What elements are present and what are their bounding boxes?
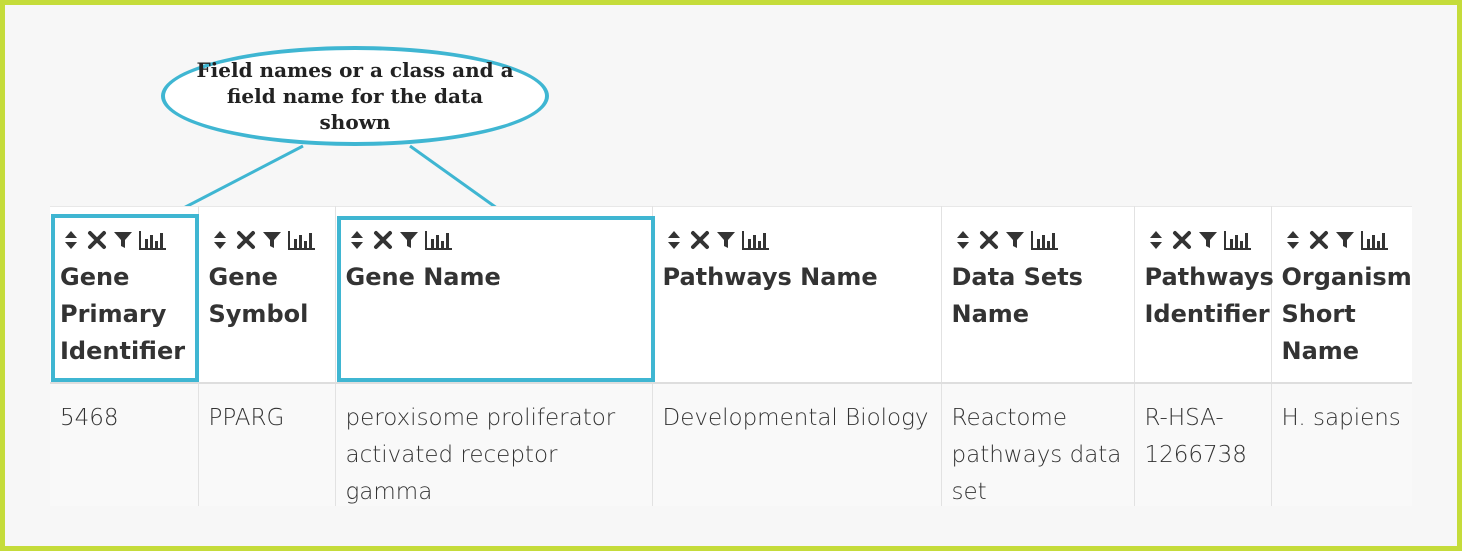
sort-icon[interactable]: [60, 229, 82, 251]
sort-icon[interactable]: [346, 229, 368, 251]
annotation-callout: Field names or a class and a field name …: [161, 46, 549, 146]
column-summary-icon[interactable]: [1030, 229, 1060, 251]
table-row: 5468 PPARG peroxisome proliferator activat…: [50, 383, 1412, 506]
filter-icon[interactable]: [1334, 229, 1356, 251]
sort-icon[interactable]: [663, 229, 685, 251]
sort-icon[interactable]: [209, 229, 231, 251]
remove-column-icon[interactable]: [1171, 229, 1193, 251]
column-summary-icon[interactable]: [1223, 229, 1253, 251]
filter-icon[interactable]: [1004, 229, 1026, 251]
column-summary-icon[interactable]: [741, 229, 771, 251]
column-summary-icon[interactable]: [287, 229, 317, 251]
column-header-pathways-name: Pathways Name: [652, 206, 942, 384]
filter-icon[interactable]: [1197, 229, 1219, 251]
column-header-pathways-identifier: Pathways Identifier: [1134, 206, 1274, 384]
column-label[interactable]: Gene Symbol: [209, 259, 325, 333]
remove-column-icon[interactable]: [1308, 229, 1330, 251]
remove-column-icon[interactable]: [86, 229, 108, 251]
column-header-organism-short-name: Organism Short Name: [1271, 206, 1412, 384]
table-cell-gene-primary-identifier: 5468: [50, 383, 199, 506]
column-label[interactable]: Data Sets Name: [952, 259, 1124, 333]
filter-icon[interactable]: [261, 229, 283, 251]
table-cell-pathways-identifier: R-HSA-1266738: [1134, 383, 1272, 506]
column-header-gene-primary-identifier: Gene Primary Identifier: [50, 206, 199, 384]
table-cell-organism-short-name: H. sapiens: [1271, 383, 1412, 506]
column-tools: [60, 227, 188, 253]
column-tools: [346, 227, 642, 253]
filter-icon[interactable]: [112, 229, 134, 251]
remove-column-icon[interactable]: [372, 229, 394, 251]
column-label[interactable]: Gene Name: [346, 259, 642, 296]
table-cell-gene-symbol: PPARG: [198, 383, 336, 506]
sort-icon[interactable]: [1145, 229, 1167, 251]
filter-icon[interactable]: [398, 229, 420, 251]
column-label[interactable]: Gene Primary Identifier: [60, 259, 188, 370]
column-tools: [209, 227, 325, 253]
column-summary-icon[interactable]: [138, 229, 168, 251]
column-tools: [1145, 227, 1261, 253]
table-header-row: Gene Primary Identifier Gene Symbol Gene N…: [50, 206, 1412, 384]
sort-icon[interactable]: [1282, 229, 1304, 251]
column-tools: [663, 227, 931, 253]
table-cell-pathways-name: Developmental Biology: [652, 383, 942, 506]
column-summary-icon[interactable]: [1360, 229, 1390, 251]
column-header-data-sets-name: Data Sets Name: [941, 206, 1135, 384]
sort-icon[interactable]: [952, 229, 974, 251]
column-header-gene-symbol: Gene Symbol: [198, 206, 336, 384]
filter-icon[interactable]: [715, 229, 737, 251]
column-label[interactable]: Pathways Name: [663, 259, 931, 296]
column-tools: [952, 227, 1124, 253]
table-cell-data-sets-name: Reactome pathways data set: [941, 383, 1135, 506]
callout-text: Field names or a class and a field name …: [196, 58, 514, 134]
remove-column-icon[interactable]: [235, 229, 257, 251]
column-tools: [1282, 227, 1402, 253]
column-header-gene-name: Gene Name: [335, 206, 653, 384]
column-label[interactable]: Pathways Identifier: [1145, 259, 1274, 333]
results-table-container: Gene Primary Identifier Gene Symbol Gene N…: [50, 206, 1412, 506]
table-cell-gene-name: peroxisome proliferator activated recept…: [335, 383, 653, 506]
results-table: Gene Primary Identifier Gene Symbol Gene N…: [50, 206, 1412, 506]
remove-column-icon[interactable]: [978, 229, 1000, 251]
column-label[interactable]: Organism Short Name: [1282, 259, 1412, 370]
remove-column-icon[interactable]: [689, 229, 711, 251]
column-summary-icon[interactable]: [424, 229, 454, 251]
